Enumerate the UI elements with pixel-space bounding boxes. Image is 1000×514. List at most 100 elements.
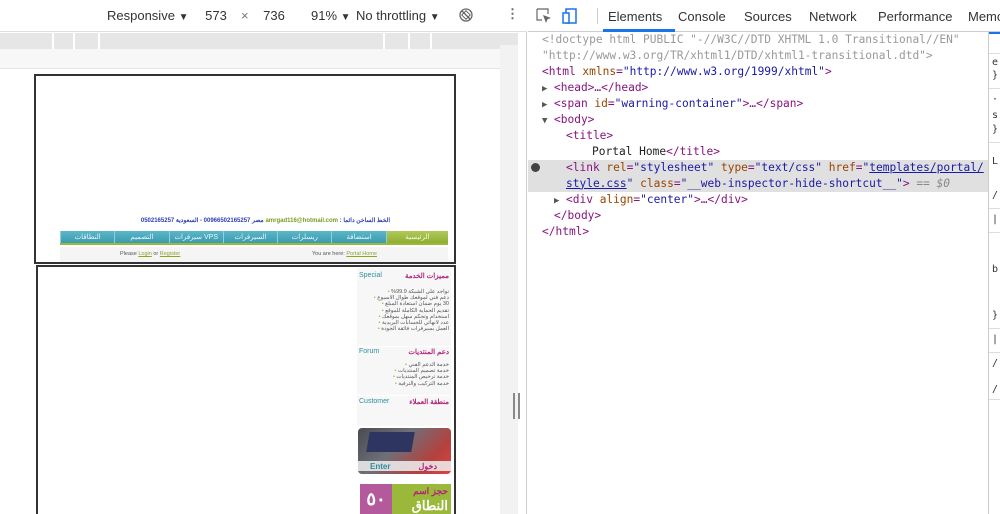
register-link[interactable]: Register <box>160 251 180 257</box>
tag-name: <head>…</head> <box>554 81 649 94</box>
nav-item-hosting[interactable]: استضافة <box>331 231 385 243</box>
chevron-down-icon: ▼ <box>178 12 189 23</box>
resize-handle[interactable] <box>510 393 524 419</box>
tab-performance[interactable]: Performance <box>878 9 952 24</box>
media-query-bar[interactable] <box>0 33 518 49</box>
devtools-pane: Elements Console Sources Network Perform… <box>528 0 1000 514</box>
laptop-image <box>366 432 415 452</box>
breadcrumb: You are here: Portal Home <box>312 251 377 257</box>
dom-body-close[interactable]: </body> <box>528 208 988 224</box>
dom-title-text[interactable]: Portal Home</title> <box>528 144 988 160</box>
nav-item-design[interactable]: التصميم <box>114 231 168 243</box>
attr-name: align <box>599 193 634 206</box>
styles-fragment: } <box>992 70 999 81</box>
enter-banner[interactable]: Enter دخول <box>358 428 451 474</box>
throttling-select[interactable]: No throttling ▼ <box>356 8 440 23</box>
forum-title-ar: دعم المنتديات <box>408 349 449 356</box>
special-list: تواجد على الشبكة 99.9% دعم فني لموقعك طو… <box>374 289 449 332</box>
selected-node-marker: == $0 <box>916 176 951 190</box>
zoom-select[interactable]: 91% ▼ <box>311 8 351 23</box>
special-box: مميزات الخدمة Special تواجد على الشبكة 9… <box>357 268 451 346</box>
styles-pane[interactable]: e } · s } L / | b } | / / <box>988 32 1000 514</box>
ruler <box>0 49 518 69</box>
tag-name: <div <box>566 193 600 206</box>
tag-close: >…</div> <box>694 193 748 206</box>
device-select[interactable]: Responsive ▼ <box>107 8 188 23</box>
attr-value: "center" <box>640 193 695 206</box>
device-label: Responsive <box>107 8 175 23</box>
contact-email[interactable]: amrgad116@hotmail.com <box>265 218 338 224</box>
text-node: Portal Home <box>592 145 667 158</box>
height-input[interactable]: 736 <box>254 5 294 27</box>
nav-item-domains[interactable]: النطاقات <box>60 231 114 243</box>
nav-item-vps[interactable]: سيرفرات VPS <box>168 231 223 243</box>
domain-line2: النطاق <box>411 498 448 513</box>
please-text: Please <box>120 251 137 257</box>
phone-numbers: مصر 00966502165257 - السعودية 0502165257 <box>140 218 264 224</box>
zoom-label: 91% <box>311 8 338 23</box>
dom-link-node-selected[interactable]: <link rel="stylesheet" type="text/css" h… <box>528 160 988 192</box>
tag-close: </body> <box>554 209 602 222</box>
attr-name: xmlns <box>582 65 617 78</box>
device-toolbar: Responsive ▼ 573 × 736 91% ▼ No throttli… <box>0 0 527 32</box>
equals: = <box>673 176 681 190</box>
tab-memory[interactable]: Memo <box>968 9 1000 24</box>
list-item[interactable]: خدمة التركيب والترقية <box>393 381 449 387</box>
styles-divider <box>989 208 1000 209</box>
inspect-element-icon[interactable] <box>535 7 553 25</box>
width-input[interactable]: 573 <box>196 5 236 27</box>
enter-label-en: Enter <box>370 462 391 471</box>
devtools-tabbar: Elements Console Sources Network Perform… <box>528 0 1000 32</box>
tag-name: <span <box>554 97 595 110</box>
tab-network[interactable]: Network <box>809 9 857 24</box>
tab-elements[interactable]: Elements <box>608 9 662 24</box>
special-title-ar: مميزات الخدمة <box>404 273 449 280</box>
styles-fragment: } <box>992 310 999 321</box>
breadcrumb-portal-home[interactable]: Portal Home <box>346 251 377 257</box>
login-link[interactable]: Login <box>138 251 151 257</box>
styles-divider <box>989 352 1000 353</box>
attr-value: "__web-inspector-hide-shortcut__" <box>680 176 903 190</box>
styles-fragment: } <box>992 124 999 135</box>
dimension-separator: × <box>241 8 249 23</box>
tag-close: > <box>824 65 832 78</box>
dom-doctype-line-2[interactable]: "http://www.w3.org/TR/xhtml1/DTD/xhtml1-… <box>528 48 988 64</box>
forum-box: دعم المنتديات Forum خدمة الدعم الفني خدم… <box>357 347 451 395</box>
doctype-text: "http://www.w3.org/TR/xhtml1/DTD/xhtml1-… <box>542 49 933 62</box>
styles-fragment: | <box>992 214 999 225</box>
equals: = <box>607 97 615 110</box>
attr-name: rel <box>606 161 627 174</box>
rotate-icon[interactable] <box>458 7 474 26</box>
stylesheet-link[interactable]: templates/portal/ <box>869 161 984 174</box>
customer-title-ar: منطقة العملاء <box>409 399 449 406</box>
dom-doctype-line-1[interactable]: <!doctype html PUBLIC "-//W3C//DTD XHTML… <box>528 32 988 48</box>
attr-value: "stylesheet" <box>633 161 715 174</box>
tag-close: >…</span> <box>742 97 804 110</box>
nav-item-home[interactable]: الرئيسية <box>385 231 448 243</box>
attr-value: "warning-container" <box>614 97 743 110</box>
list-item[interactable]: خدمة ترخيص المنتديات <box>393 374 449 380</box>
dom-html-node[interactable]: <html xmlns="http://www.w3.org/1999/xhtm… <box>528 64 988 80</box>
styles-fragment: s <box>992 110 999 121</box>
customer-title-en: Customer <box>359 398 390 405</box>
styles-fragment: b <box>992 264 999 275</box>
nav-item-servers[interactable]: السيرفرات <box>222 231 277 243</box>
media-query-divider <box>408 33 410 49</box>
attr-name: href <box>828 161 856 174</box>
domain-line1: حجز اسم <box>413 486 448 496</box>
device-toolbar-icon[interactable] <box>561 7 579 25</box>
contact-info: الخط الساخن دائما : amrgad116@hotmail.co… <box>60 217 390 224</box>
stylesheet-link[interactable]: style.css <box>566 177 627 190</box>
or-text: or <box>153 251 159 257</box>
equals: = <box>747 161 755 174</box>
nav-item-reseller[interactable]: ريسلرات <box>277 231 331 243</box>
you-are-here-label: You are here: <box>312 251 345 257</box>
domain-banner[interactable]: ٥٠ حجز اسم النطاق <box>360 484 451 514</box>
quote: " <box>626 176 634 190</box>
dom-title-node[interactable]: <title> <box>528 128 988 144</box>
more-options-icon[interactable]: ⋮ <box>506 6 519 22</box>
tab-sources[interactable]: Sources <box>744 9 792 24</box>
tab-console[interactable]: Console <box>678 9 726 24</box>
styles-divider <box>989 53 1000 54</box>
dom-html-close[interactable]: </html> <box>528 224 988 240</box>
